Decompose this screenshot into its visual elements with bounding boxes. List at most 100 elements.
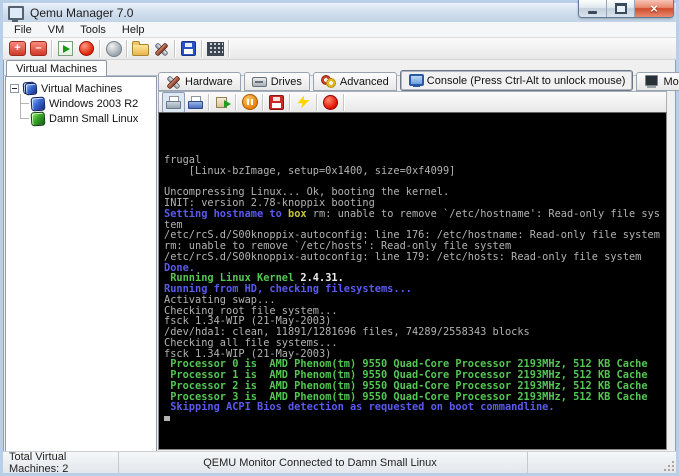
console-line xyxy=(164,413,666,424)
tab-label: Monitor xyxy=(663,75,679,88)
toolbar-separator xyxy=(228,40,230,57)
tab-label: Advanced xyxy=(339,75,389,88)
start-vm-button[interactable] xyxy=(55,39,76,58)
toolbar-separator xyxy=(174,40,176,57)
toolbar-separator xyxy=(289,93,291,111)
tree-root-virtual-machines[interactable]: Virtual Machines xyxy=(8,81,154,96)
record-icon xyxy=(323,94,338,110)
tools-icon xyxy=(154,42,169,56)
collapse-expander-icon[interactable] xyxy=(10,84,19,93)
package-send-icon xyxy=(215,96,231,109)
screenshot-icon xyxy=(166,95,181,109)
tree-item-windows-2003-r2[interactable]: Windows 2003 R2 xyxy=(16,96,154,111)
toolbar-separator xyxy=(201,40,203,57)
tab-label: Console (Press Ctrl-Alt to unlock mouse) xyxy=(426,74,626,87)
print-icon xyxy=(188,95,203,109)
remove-vm-button[interactable] xyxy=(28,39,49,58)
flash-button[interactable] xyxy=(293,93,314,112)
menu-bar: File VM Tools Help xyxy=(3,22,676,38)
console-line: Setting hostname to box rm: unable to re… xyxy=(164,207,666,220)
main-toolbar xyxy=(3,38,676,60)
record-button[interactable] xyxy=(320,93,341,112)
tree-item-damn-small-linux[interactable]: Damn Small Linux xyxy=(16,111,154,126)
title-bar: Qemu Manager 7.0 × xyxy=(3,0,676,22)
console-screen-icon xyxy=(408,74,424,87)
status-empty-section xyxy=(528,452,676,473)
save-button[interactable] xyxy=(178,39,199,58)
stop-vm-button[interactable] xyxy=(76,39,97,58)
remove-vm-icon xyxy=(30,41,47,56)
window-controls: × xyxy=(578,0,674,18)
toolbar-separator xyxy=(262,93,264,111)
tab-label: Hardware xyxy=(185,75,233,88)
close-button[interactable]: × xyxy=(635,0,673,17)
screenshot-button[interactable] xyxy=(162,91,185,113)
vm-group-icon xyxy=(22,81,38,96)
status-total-vms: Total Virtual Machines: 2 xyxy=(3,451,119,475)
toolbar-separator xyxy=(235,93,237,111)
console-text-segment: Skipping ACPI Bios detection as requeste… xyxy=(164,401,555,414)
stop-vm-icon xyxy=(79,41,94,56)
tree-item-label: Damn Small Linux xyxy=(49,112,139,125)
add-vm-button[interactable] xyxy=(7,39,28,58)
console-text-segment: /etc/rcS.d/S00knoppix-autoconfig: line 1… xyxy=(164,250,642,263)
vm-blue-icon xyxy=(30,96,46,111)
flash-icon xyxy=(297,95,310,109)
network-button[interactable] xyxy=(103,39,124,58)
tab-label: Drives xyxy=(270,75,302,88)
toolbar-separator xyxy=(343,93,345,111)
window-title: Qemu Manager 7.0 xyxy=(30,5,134,20)
console-line: /etc/rcS.d/S00knoppix-autoconfig: line 1… xyxy=(164,250,666,263)
drive-icon xyxy=(251,75,267,88)
qemu-manager-window: Qemu Manager 7.0 × FileVMToolsHelp Virtu… xyxy=(0,0,679,476)
print-button[interactable] xyxy=(185,93,206,112)
tab-drives[interactable]: Drives xyxy=(243,72,310,91)
menu-tools[interactable]: Tools xyxy=(72,23,114,37)
resize-grip[interactable] xyxy=(664,461,674,471)
package-send-button[interactable] xyxy=(212,93,233,112)
network-icon xyxy=(105,40,122,57)
menu-help[interactable]: Help xyxy=(114,23,153,37)
vm-tabs: Hardware Drives Advanced Console (Press Ctr… xyxy=(158,70,679,91)
pause-button[interactable] xyxy=(239,93,260,112)
console-line: [Linux-bzImage, setup=0x1400, size=0xf40… xyxy=(164,164,666,177)
console-toolbar xyxy=(158,91,667,113)
menu-vm[interactable]: VM xyxy=(40,23,73,37)
vm-console-screen[interactable]: frugal [Linux-bzImage, setup=0x1400, siz… xyxy=(158,112,667,450)
tab-virtual-machines[interactable]: Virtual Machines xyxy=(6,60,108,77)
console-text-segment: [Linux-bzImage, setup=0x1400, size=0xf40… xyxy=(164,164,456,177)
tab-hardware[interactable]: Hardware xyxy=(158,72,241,91)
tools-button[interactable] xyxy=(151,39,172,58)
tab-monitor[interactable]: Monitor xyxy=(636,72,679,91)
tree-children: Windows 2003 R2 Damn Small Linux xyxy=(16,94,154,126)
console-line: Skipping ACPI Bios detection as requeste… xyxy=(164,402,666,413)
save-state-button[interactable] xyxy=(266,93,287,112)
toolbar-separator xyxy=(208,93,210,111)
tree-item-label: Windows 2003 R2 xyxy=(49,97,139,110)
status-monitor-connection: QEMU Monitor Connected to Damn Small Lin… xyxy=(113,452,528,473)
open-folder-button[interactable] xyxy=(130,39,151,58)
console-output: frugal [Linux-bzImage, setup=0x1400, siz… xyxy=(159,113,666,424)
app-icon xyxy=(8,5,24,22)
minimize-button[interactable] xyxy=(579,0,607,17)
save-icon xyxy=(181,41,196,56)
toolbar-separator xyxy=(126,40,128,57)
vm-detail-panel: Hardware Drives Advanced Console (Press Ctr… xyxy=(158,70,679,450)
tree-root-label: Virtual Machines xyxy=(41,82,123,95)
display-grid-button[interactable] xyxy=(205,39,226,58)
gears-icon xyxy=(320,75,336,88)
terminal-icon xyxy=(644,75,659,88)
menu-file[interactable]: File xyxy=(6,23,40,37)
tab-advanced[interactable]: Advanced xyxy=(312,72,397,91)
vm-tree-panel: Virtual Machines Windows 2003 R2 Damn Sma… xyxy=(5,76,157,452)
status-bar: Total Virtual Machines: 2 QEMU Monitor C… xyxy=(3,451,676,475)
maximize-button[interactable] xyxy=(607,0,635,17)
vm-green-icon xyxy=(30,111,46,126)
open-folder-icon xyxy=(132,41,149,56)
toolbar-separator xyxy=(51,40,53,57)
toolbar-separator xyxy=(99,40,101,57)
console-cursor xyxy=(164,416,170,421)
tools-icon xyxy=(166,75,181,88)
console-text-segment: box xyxy=(288,207,307,220)
tab-console[interactable]: Console (Press Ctrl-Alt to unlock mouse) xyxy=(399,70,634,91)
